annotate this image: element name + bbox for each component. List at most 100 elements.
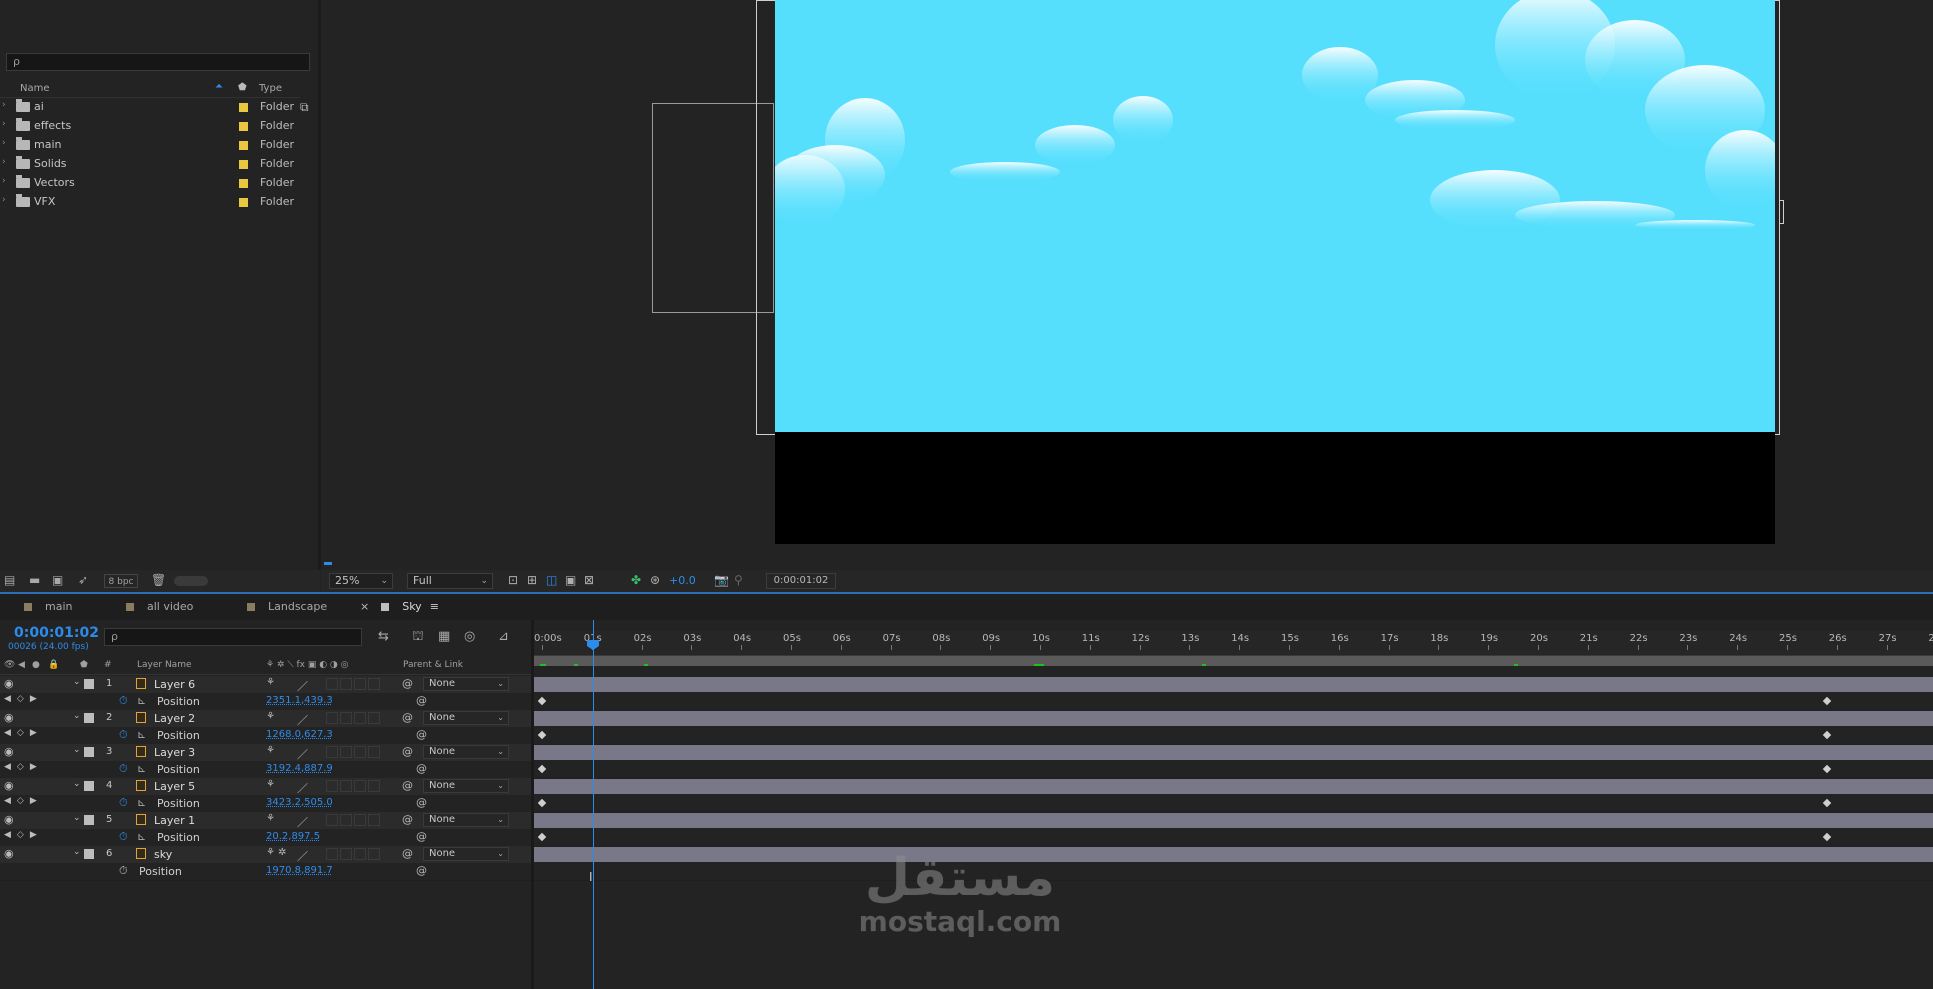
layer-duration-bar[interactable]: [534, 847, 1933, 862]
label-color-swatch[interactable]: [239, 160, 248, 169]
solo-icon[interactable]: ●: [32, 660, 40, 670]
time-ruler[interactable]: 0:00s01s02s03s04s05s06s07s08s09s10s11s12…: [534, 631, 1933, 656]
property-track[interactable]: [534, 761, 1933, 779]
keyframe-navigator[interactable]: ◀◇▶: [4, 796, 43, 806]
trash-icon[interactable]: 🗑: [151, 573, 166, 587]
switch-box[interactable]: [354, 746, 366, 758]
expand-arrow-icon[interactable]: ›: [2, 100, 6, 110]
lock-icon[interactable]: 🔒: [48, 660, 59, 670]
color-depth-button[interactable]: 8 bpc: [104, 574, 138, 588]
project-item[interactable]: › main Folder: [0, 136, 300, 155]
graph-icon[interactable]: ⊾: [137, 694, 146, 707]
expand-arrow-icon[interactable]: ›: [2, 119, 6, 129]
layer-name[interactable]: Layer 1: [154, 814, 195, 827]
switch-box[interactable]: [340, 712, 352, 724]
work-area-bar[interactable]: [534, 656, 1933, 666]
pick-whip-icon[interactable]: @: [416, 728, 427, 741]
layer-name[interactable]: Layer 5: [154, 780, 195, 793]
frame-blending-icon[interactable]: ▦: [438, 629, 450, 644]
label-color-swatch[interactable]: [84, 849, 94, 859]
switch-box[interactable]: [354, 678, 366, 690]
switch-box[interactable]: [326, 848, 338, 860]
motion-blur-icon[interactable]: ◎: [464, 629, 475, 644]
layer-duration-bar[interactable]: [534, 711, 1933, 726]
pick-whip-icon[interactable]: @: [402, 745, 413, 758]
switch-box[interactable]: [368, 780, 380, 792]
sort-ascending-icon[interactable]: ⏶: [215, 81, 223, 92]
switch-box[interactable]: [340, 780, 352, 792]
twirl-down-icon[interactable]: ⌄: [73, 813, 81, 823]
layer-row[interactable]: ◉ ⌄ 3 Layer 3 ⚘ ／ @ None ⌄: [0, 744, 531, 762]
expand-arrow-icon[interactable]: ›: [2, 157, 6, 167]
stopwatch-icon[interactable]: ⏱: [119, 694, 128, 708]
fast-preview-icon[interactable]: ⊡: [508, 573, 518, 587]
graph-icon[interactable]: ⊾: [137, 796, 146, 809]
layer-row[interactable]: ◉ ⌄ 1 Layer 6 ⚘ ／ @ None ⌄: [0, 676, 531, 694]
render-queue-icon[interactable]: ➶: [78, 573, 88, 587]
label-tag-icon[interactable]: ⬟: [80, 660, 88, 670]
composition-viewer[interactable]: [321, 0, 1933, 570]
close-icon[interactable]: ×: [360, 600, 369, 613]
graph-icon[interactable]: ⊾: [137, 762, 146, 775]
quality-switch-icon[interactable]: ／: [297, 848, 308, 864]
label-color-swatch[interactable]: [239, 103, 248, 112]
timeline-search-input[interactable]: ρ: [104, 628, 362, 646]
layer-duration-bar[interactable]: [534, 813, 1933, 828]
switch-box[interactable]: [368, 814, 380, 826]
pick-whip-icon[interactable]: @: [402, 711, 413, 724]
stopwatch-icon[interactable]: ⏱: [119, 796, 128, 810]
shy-switch-icon[interactable]: ⚘: [266, 813, 275, 824]
property-row[interactable]: ⏱ Position 1970.8,891.7 @: [0, 863, 531, 881]
new-folder-icon[interactable]: ▬: [29, 573, 40, 587]
shy-switch-icon[interactable]: ⚘ ✲: [266, 847, 287, 858]
shy-switch-icon[interactable]: ⚘: [266, 677, 275, 688]
pick-whip-icon[interactable]: @: [416, 830, 427, 843]
switch-box[interactable]: [368, 712, 380, 724]
layer-name-header[interactable]: Layer Name: [137, 660, 192, 670]
property-row[interactable]: ◀◇▶ ⏱ ⊾ Position 20.2,897.5 @: [0, 829, 531, 847]
layer-row[interactable]: ◉ ⌄ 4 Layer 5 ⚘ ／ @ None ⌄: [0, 778, 531, 796]
mask-visibility-icon[interactable]: ◫: [546, 573, 557, 587]
property-value[interactable]: 20.2,897.5: [266, 831, 320, 842]
layer-name[interactable]: Layer 6: [154, 678, 195, 691]
switch-box[interactable]: [340, 814, 352, 826]
column-type-header[interactable]: Type: [259, 83, 282, 94]
project-search-input[interactable]: ρ: [6, 53, 310, 71]
audio-toggle-icon[interactable]: ◀: [18, 660, 25, 670]
eye-icon[interactable]: ◉: [4, 847, 14, 860]
snapshot-camera-icon[interactable]: 📷: [714, 573, 729, 587]
frame-handle[interactable]: [1779, 200, 1784, 224]
viewer-current-time[interactable]: 0:00:01:02: [766, 573, 836, 589]
graph-icon[interactable]: ⊾: [137, 728, 146, 741]
tab-main[interactable]: main: [24, 594, 72, 620]
viewer-scroll-indicator[interactable]: [324, 562, 332, 565]
switch-box[interactable]: [326, 678, 338, 690]
graph-icon[interactable]: ⊾: [137, 830, 146, 843]
quality-switch-icon[interactable]: ／: [297, 746, 308, 762]
switch-box[interactable]: [340, 746, 352, 758]
twirl-down-icon[interactable]: ⌄: [73, 711, 81, 721]
interpret-footage-icon[interactable]: ▤: [4, 573, 15, 587]
label-color-swatch[interactable]: [84, 679, 94, 689]
property-value[interactable]: 2351.1,439.3: [266, 695, 333, 706]
pick-whip-icon[interactable]: @: [416, 762, 427, 775]
switch-box[interactable]: [354, 848, 366, 860]
eye-icon[interactable]: ◉: [4, 711, 14, 724]
label-color-swatch[interactable]: [239, 179, 248, 188]
pick-whip-icon[interactable]: @: [402, 847, 413, 860]
graph-editor-icon[interactable]: ⊿: [498, 629, 509, 644]
pick-whip-icon[interactable]: @: [402, 813, 413, 826]
layer-row[interactable]: ◉ ⌄ 5 Layer 1 ⚘ ／ @ None ⌄: [0, 812, 531, 830]
parent-dropdown[interactable]: None ⌄: [423, 711, 509, 725]
region-of-interest-icon[interactable]: ▣: [565, 573, 576, 587]
layer-duration-bar[interactable]: [534, 745, 1933, 760]
parent-dropdown[interactable]: None ⌄: [423, 677, 509, 691]
eye-icon[interactable]: ◉: [4, 779, 14, 792]
layer-name[interactable]: Layer 3: [154, 746, 195, 759]
switch-box[interactable]: [354, 780, 366, 792]
property-track[interactable]: [534, 727, 1933, 745]
property-row[interactable]: ◀◇▶ ⏱ ⊾ Position 3192.4,887.9 @: [0, 761, 531, 779]
quality-switch-icon[interactable]: ／: [297, 780, 308, 796]
layer-duration-bar[interactable]: [534, 779, 1933, 794]
label-color-swatch[interactable]: [239, 122, 248, 131]
